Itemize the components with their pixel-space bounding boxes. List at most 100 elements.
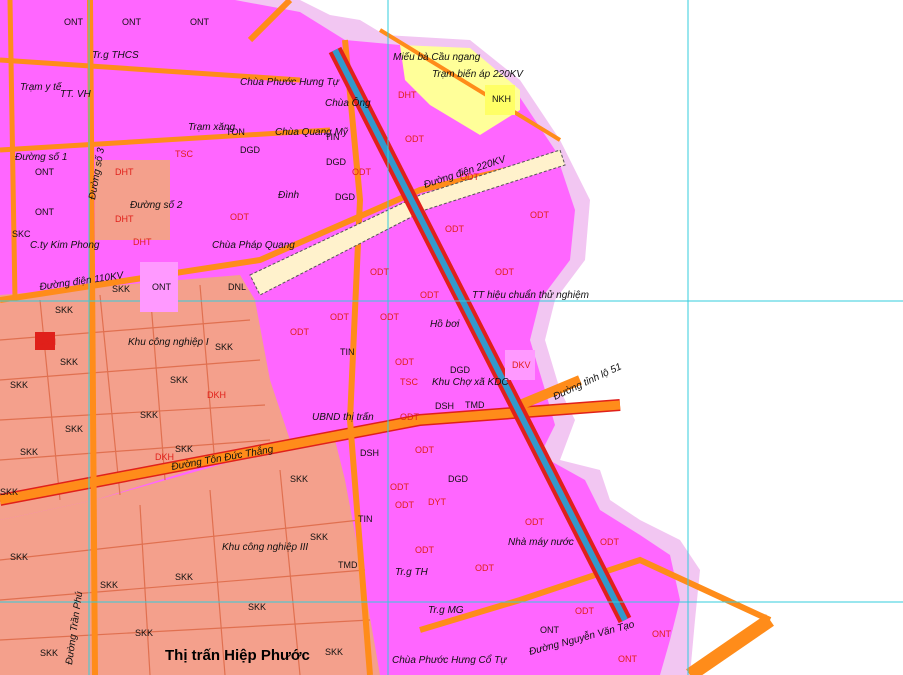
svg-text:ODT: ODT	[370, 267, 390, 277]
svg-text:DKH: DKH	[207, 390, 226, 400]
svg-text:SKK: SKK	[290, 474, 308, 484]
svg-text:ODT: ODT	[230, 212, 250, 222]
svg-text:SKK: SKK	[135, 628, 153, 638]
svg-text:ONT: ONT	[190, 17, 210, 27]
svg-text:ODT: ODT	[395, 500, 415, 510]
svg-text:ODT: ODT	[400, 412, 420, 422]
svg-text:SKK: SKK	[0, 487, 18, 497]
svg-text:DSH: DSH	[435, 401, 454, 411]
svg-text:DSH: DSH	[360, 448, 379, 458]
svg-text:SKK: SKK	[175, 444, 193, 454]
svg-text:ODT: ODT	[390, 482, 410, 492]
svg-text:ODT: ODT	[405, 134, 425, 144]
svg-text:SKK: SKK	[10, 380, 28, 390]
map-title: Thị trấn Hiệp Phước	[165, 647, 310, 664]
svg-text:ONT: ONT	[152, 282, 172, 292]
svg-text:DGD: DGD	[335, 192, 356, 202]
place-thcs: Tr.g THCS	[92, 50, 139, 61]
place-nha-may-nuoc: Nhà máy nước	[508, 537, 574, 548]
svg-text:SKK: SKK	[175, 572, 193, 582]
svg-text:ODT: ODT	[330, 312, 350, 322]
place-mieu-ba: Miếu bà Cầu ngang	[393, 51, 481, 63]
place-tr-th: Tr.g TH	[395, 567, 429, 578]
road-so-2: Đường số 2	[130, 199, 183, 211]
road-so-1: Đường số 1	[15, 151, 67, 163]
svg-text:SKK: SKK	[60, 357, 78, 367]
svg-text:TIN: TIN	[340, 347, 355, 357]
svg-text:DGD: DGD	[240, 145, 261, 155]
svg-text:SKC: SKC	[12, 229, 31, 239]
svg-text:TMD: TMD	[338, 560, 358, 570]
svg-text:SKK: SKK	[248, 602, 266, 612]
place-tram-y-te: Trạm y tế	[20, 81, 63, 93]
svg-text:DGD: DGD	[448, 474, 469, 484]
svg-text:ODT: ODT	[475, 563, 495, 573]
svg-text:TSC: TSC	[400, 377, 419, 387]
place-chua-phap-quang: Chùa Pháp Quang	[212, 240, 295, 251]
place-tt-hieu-chuan: TT hiệu chuẩn thử nghiệm	[472, 289, 589, 301]
svg-text:NKH: NKH	[492, 94, 511, 104]
svg-text:ODT: ODT	[530, 210, 550, 220]
place-dinh: Đình	[278, 190, 300, 201]
svg-text:ONT: ONT	[652, 629, 672, 639]
svg-text:ODT: ODT	[445, 224, 465, 234]
svg-text:SKK: SKK	[10, 552, 28, 562]
svg-text:ODT: ODT	[600, 537, 620, 547]
place-chua-phuoc-hung-co-tu: Chùa Phước Hưng Cổ Tự	[392, 654, 507, 666]
svg-text:ODT: ODT	[525, 517, 545, 527]
svg-text:SKK: SKK	[112, 284, 130, 294]
svg-text:DHT: DHT	[115, 214, 134, 224]
svg-text:ODT: ODT	[575, 606, 595, 616]
svg-text:ONT: ONT	[35, 207, 55, 217]
place-kcn-3: Khu công nghiệp III	[222, 542, 308, 553]
svg-text:ONT: ONT	[122, 17, 142, 27]
svg-text:ONT: ONT	[540, 625, 560, 635]
svg-text:SKK: SKK	[170, 375, 188, 385]
svg-text:SKK: SKK	[325, 647, 343, 657]
land-use-map: ONT ONT ONT ONT ONT DHT DHT TSC ONT SKK …	[0, 0, 903, 675]
svg-text:SKK: SKK	[100, 580, 118, 590]
svg-text:DGD: DGD	[326, 157, 347, 167]
svg-text:SKK: SKK	[65, 424, 83, 434]
place-chua-quang-my: Chùa Quang Mỹ	[275, 127, 349, 138]
place-ubnd: UBND thị trấn	[312, 411, 374, 423]
svg-text:ODT: ODT	[380, 312, 400, 322]
svg-text:DYT: DYT	[428, 497, 447, 507]
svg-text:ONT: ONT	[618, 654, 638, 664]
svg-text:ODT: ODT	[352, 167, 372, 177]
place-kcn-1: Khu công nghiệp I	[128, 337, 209, 348]
place-tr-mg: Tr.g MG	[428, 605, 464, 616]
svg-text:ODT: ODT	[395, 357, 415, 367]
svg-text:ODT: ODT	[290, 327, 310, 337]
svg-text:ONT: ONT	[64, 17, 84, 27]
place-tt-vh: TT. VH	[60, 89, 92, 100]
svg-text:DGD: DGD	[450, 365, 471, 375]
svg-text:SKK: SKK	[310, 532, 328, 542]
place-tram-bien-ap: Trạm biến áp 220KV	[432, 68, 524, 80]
svg-text:SKK: SKK	[215, 342, 233, 352]
svg-text:DHT: DHT	[133, 237, 152, 247]
svg-text:ODT: ODT	[415, 545, 435, 555]
svg-text:CAN: CAN	[37, 337, 56, 347]
svg-text:SKK: SKK	[55, 305, 73, 315]
svg-text:DKV: DKV	[512, 360, 531, 370]
svg-text:TSC: TSC	[175, 149, 194, 159]
place-chua-phuoc-hung: Chùa Phước Hưng Tự	[240, 77, 340, 88]
svg-text:ODT: ODT	[415, 445, 435, 455]
svg-text:TIN: TIN	[358, 514, 373, 524]
place-khu-cho: Khu Chợ xã KDC	[432, 377, 509, 388]
svg-text:DHT: DHT	[398, 90, 417, 100]
place-kim-phong: C.ty Kim Phong	[30, 240, 100, 251]
place-tram-xang: Trạm xăng	[188, 122, 235, 133]
svg-text:SKK: SKK	[40, 648, 58, 658]
svg-text:SKK: SKK	[140, 410, 158, 420]
place-chua-ong: Chùa Ông	[325, 96, 371, 109]
svg-text:TMD: TMD	[465, 400, 485, 410]
svg-text:ODT: ODT	[495, 267, 515, 277]
svg-text:ONT: ONT	[35, 167, 55, 177]
place-ho-boi: Hồ bơi	[430, 318, 460, 330]
svg-text:DKH: DKH	[155, 452, 174, 462]
svg-text:DNL: DNL	[228, 282, 246, 292]
svg-text:SKK: SKK	[20, 447, 38, 457]
svg-text:ODT: ODT	[420, 290, 440, 300]
